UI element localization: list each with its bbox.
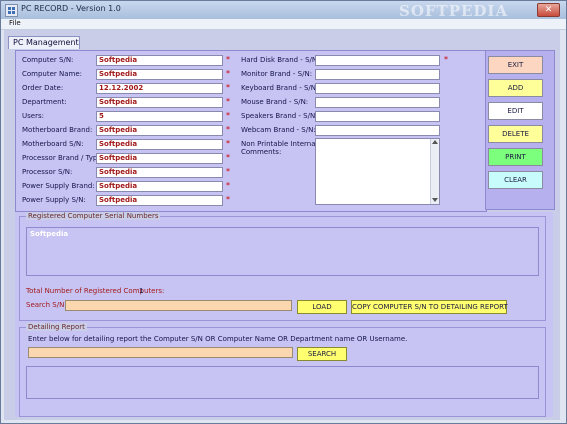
computer-sn-input[interactable]: Softpedia bbox=[96, 55, 223, 66]
department-input[interactable]: Softpedia bbox=[96, 97, 223, 108]
load-button[interactable]: LOAD bbox=[297, 300, 347, 314]
detailing-group-title: Detailing Report bbox=[26, 323, 87, 331]
required-marker: * bbox=[226, 167, 230, 176]
motherboard-sn-input[interactable]: Softpedia bbox=[96, 139, 223, 150]
close-icon: ✕ bbox=[544, 5, 553, 15]
menu-file[interactable]: File bbox=[9, 19, 21, 27]
scroll-up-icon[interactable] bbox=[432, 140, 438, 144]
app-icon bbox=[5, 4, 18, 17]
label-users: Users: bbox=[22, 112, 44, 120]
search-sn-input[interactable] bbox=[65, 300, 292, 311]
search-sn-label: Search S/N: bbox=[26, 301, 67, 309]
required-marker: * bbox=[226, 125, 230, 134]
computer-name-input[interactable]: Softpedia bbox=[96, 69, 223, 80]
required-marker: * bbox=[226, 83, 230, 92]
total-registered-value: 1 bbox=[139, 287, 144, 295]
label-motherboard-sn: Motherboard S/N: bbox=[22, 140, 84, 148]
order-date-input[interactable]: 12.12.2002 bbox=[96, 83, 223, 94]
label-mouse: Mouse Brand - S/N: bbox=[241, 98, 309, 106]
required-marker: * bbox=[226, 181, 230, 190]
edit-button[interactable]: EDIT bbox=[488, 102, 543, 120]
scroll-down-icon[interactable] bbox=[432, 198, 438, 202]
label-keyboard: Keyboard Brand - S/N: bbox=[241, 84, 319, 92]
speakers-input[interactable] bbox=[315, 111, 440, 122]
label-comments-line2: Comments: bbox=[241, 148, 282, 156]
title-bar[interactable]: PC RECORD - Version 1.0 SOFTPEDIA ✕ bbox=[1, 1, 566, 20]
required-marker: * bbox=[444, 55, 448, 64]
required-marker: * bbox=[226, 69, 230, 78]
total-registered-label: Total Number of Registered Computers: bbox=[26, 287, 165, 295]
menu-bar: File bbox=[1, 19, 566, 30]
hard-disk-input[interactable] bbox=[315, 55, 440, 66]
window-title: PC RECORD - Version 1.0 bbox=[21, 4, 121, 13]
detailing-search-input[interactable] bbox=[28, 347, 293, 358]
exit-button[interactable]: EXIT bbox=[488, 56, 543, 74]
delete-button[interactable]: DELETE bbox=[488, 125, 543, 143]
label-power-supply-sn: Power Supply S/N: bbox=[22, 196, 86, 204]
label-monitor: Monitor Brand - S/N: bbox=[241, 70, 313, 78]
label-computer-name: Computer Name: bbox=[22, 70, 83, 78]
comments-textarea[interactable] bbox=[315, 138, 440, 205]
mouse-input[interactable] bbox=[315, 97, 440, 108]
processor-brand-input[interactable]: Softpedia bbox=[96, 153, 223, 164]
label-department: Department: bbox=[22, 98, 67, 106]
power-supply-brand-input[interactable]: Softpedia bbox=[96, 181, 223, 192]
label-speakers: Speakers Brand - S/N: bbox=[241, 112, 318, 120]
copy-to-report-button[interactable]: COPY COMPUTER S/N TO DETAILING REPORT bbox=[351, 300, 508, 314]
users-input[interactable]: 5 bbox=[96, 111, 223, 122]
required-marker: * bbox=[226, 55, 230, 64]
label-processor-sn: Processor S/N: bbox=[22, 168, 73, 176]
label-hard-disk: Hard Disk Brand - S/N: bbox=[241, 56, 320, 64]
clear-button[interactable]: CLEAR bbox=[488, 171, 543, 189]
label-order-date: Order Date: bbox=[22, 84, 64, 92]
tab-pc-management[interactable]: PC Management bbox=[8, 36, 80, 49]
label-motherboard-brand: Motherboard Brand: bbox=[22, 126, 93, 134]
label-comments-line1: Non Printable Internal bbox=[241, 140, 318, 148]
required-marker: * bbox=[226, 195, 230, 204]
required-marker: * bbox=[226, 97, 230, 106]
detailing-results-box[interactable] bbox=[26, 366, 539, 399]
registered-serials-list[interactable]: Softpedia bbox=[26, 227, 539, 276]
softpedia-watermark: SOFTPEDIA bbox=[399, 2, 509, 20]
close-button[interactable]: ✕ bbox=[537, 3, 560, 17]
label-power-supply-brand: Power Supply Brand: bbox=[22, 182, 95, 190]
print-button[interactable]: PRINT bbox=[488, 148, 543, 166]
registered-group-title: Registered Computer Serial Numbers bbox=[26, 212, 161, 220]
label-webcam: Webcam Brand - S/N: bbox=[241, 126, 316, 134]
label-computer-sn: Computer S/N: bbox=[22, 56, 74, 64]
keyboard-input[interactable] bbox=[315, 83, 440, 94]
comments-scrollbar[interactable] bbox=[430, 139, 439, 204]
search-button[interactable]: SEARCH bbox=[297, 347, 347, 361]
list-item[interactable]: Softpedia bbox=[30, 230, 68, 238]
processor-sn-input[interactable]: Softpedia bbox=[96, 167, 223, 178]
webcam-input[interactable] bbox=[315, 125, 440, 136]
required-marker: * bbox=[226, 153, 230, 162]
tab-label: PC Management bbox=[13, 38, 79, 47]
add-button[interactable]: ADD bbox=[488, 79, 543, 97]
power-supply-sn-input[interactable]: Softpedia bbox=[96, 195, 223, 206]
required-marker: * bbox=[226, 139, 230, 148]
required-marker: * bbox=[226, 111, 230, 120]
motherboard-brand-input[interactable]: Softpedia bbox=[96, 125, 223, 136]
monitor-input[interactable] bbox=[315, 69, 440, 80]
label-processor-brand: Processor Brand / Type: bbox=[22, 154, 105, 162]
detailing-instruction: Enter below for detailing report the Com… bbox=[28, 335, 408, 343]
